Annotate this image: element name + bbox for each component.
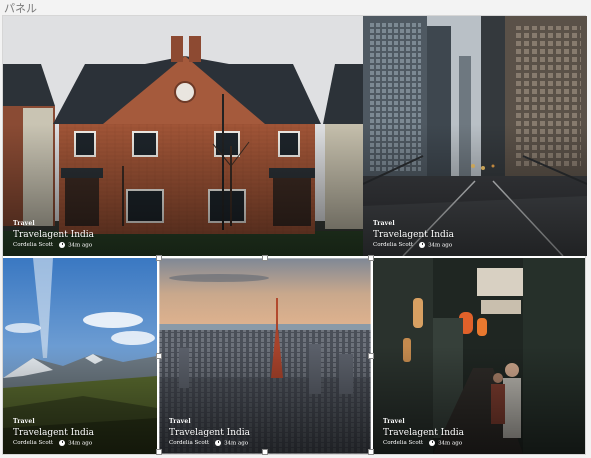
post-title[interactable]: Travelagent India (169, 428, 250, 438)
resize-handle-right[interactable] (368, 353, 374, 359)
post-category[interactable]: Travel (383, 418, 464, 425)
post-title[interactable]: Travelagent India (383, 428, 464, 438)
post-author[interactable]: Cordelia Scott (13, 242, 53, 248)
clock-icon (429, 439, 436, 446)
clock-icon (59, 439, 66, 446)
post-category[interactable]: Travel (373, 220, 454, 227)
post-caption: Travel Travelagent India Cordelia Scott … (13, 220, 94, 249)
resize-handle-bottom[interactable] (262, 449, 268, 455)
post-time: 34m ago (224, 440, 249, 446)
post-caption: Travel Travelagent India Cordelia Scott … (13, 418, 94, 447)
post-title[interactable]: Travelagent India (13, 230, 94, 240)
post-author[interactable]: Cordelia Scott (383, 440, 423, 446)
resize-handle-top[interactable] (262, 255, 268, 261)
post-caption: Travel Travelagent India Cordelia Scott … (373, 220, 454, 249)
post-category[interactable]: Travel (13, 418, 94, 425)
post-time: 34m ago (428, 242, 453, 248)
post-card-night-alley[interactable]: Travel Travelagent India Cordelia Scott … (373, 258, 585, 454)
resize-handle-top-right[interactable] (368, 255, 374, 261)
post-time: 34m ago (68, 242, 93, 248)
post-time: 34m ago (68, 440, 93, 446)
image-grid-panel: Travel Travelagent India Cordelia Scott … (2, 15, 587, 455)
post-caption: Travel Travelagent India Cordelia Scott … (383, 418, 464, 447)
resize-handle-bottom-right[interactable] (368, 449, 374, 455)
post-card-house[interactable]: Travel Travelagent India Cordelia Scott … (3, 16, 363, 256)
post-title[interactable]: Travelagent India (13, 428, 94, 438)
post-caption: Travel Travelagent India Cordelia Scott … (169, 418, 250, 447)
post-card-city-street[interactable]: Travel Travelagent India Cordelia Scott … (363, 16, 587, 256)
clock-icon (419, 241, 426, 248)
post-card-skyline[interactable]: Travel Travelagent India Cordelia Scott … (159, 258, 371, 454)
panel-label: パネル (4, 2, 37, 15)
post-title[interactable]: Travelagent India (373, 230, 454, 240)
post-category[interactable]: Travel (169, 418, 250, 425)
post-card-mountains[interactable]: Travel Travelagent India Cordelia Scott … (3, 258, 157, 454)
post-time: 34m ago (438, 440, 463, 446)
post-author[interactable]: Cordelia Scott (13, 440, 53, 446)
post-author[interactable]: Cordelia Scott (169, 440, 209, 446)
resize-handle-top-left[interactable] (156, 255, 162, 261)
resize-handle-left[interactable] (156, 353, 162, 359)
resize-handle-bottom-left[interactable] (156, 449, 162, 455)
post-author[interactable]: Cordelia Scott (373, 242, 413, 248)
clock-icon (59, 241, 66, 248)
clock-icon (215, 439, 222, 446)
post-category[interactable]: Travel (13, 220, 94, 227)
